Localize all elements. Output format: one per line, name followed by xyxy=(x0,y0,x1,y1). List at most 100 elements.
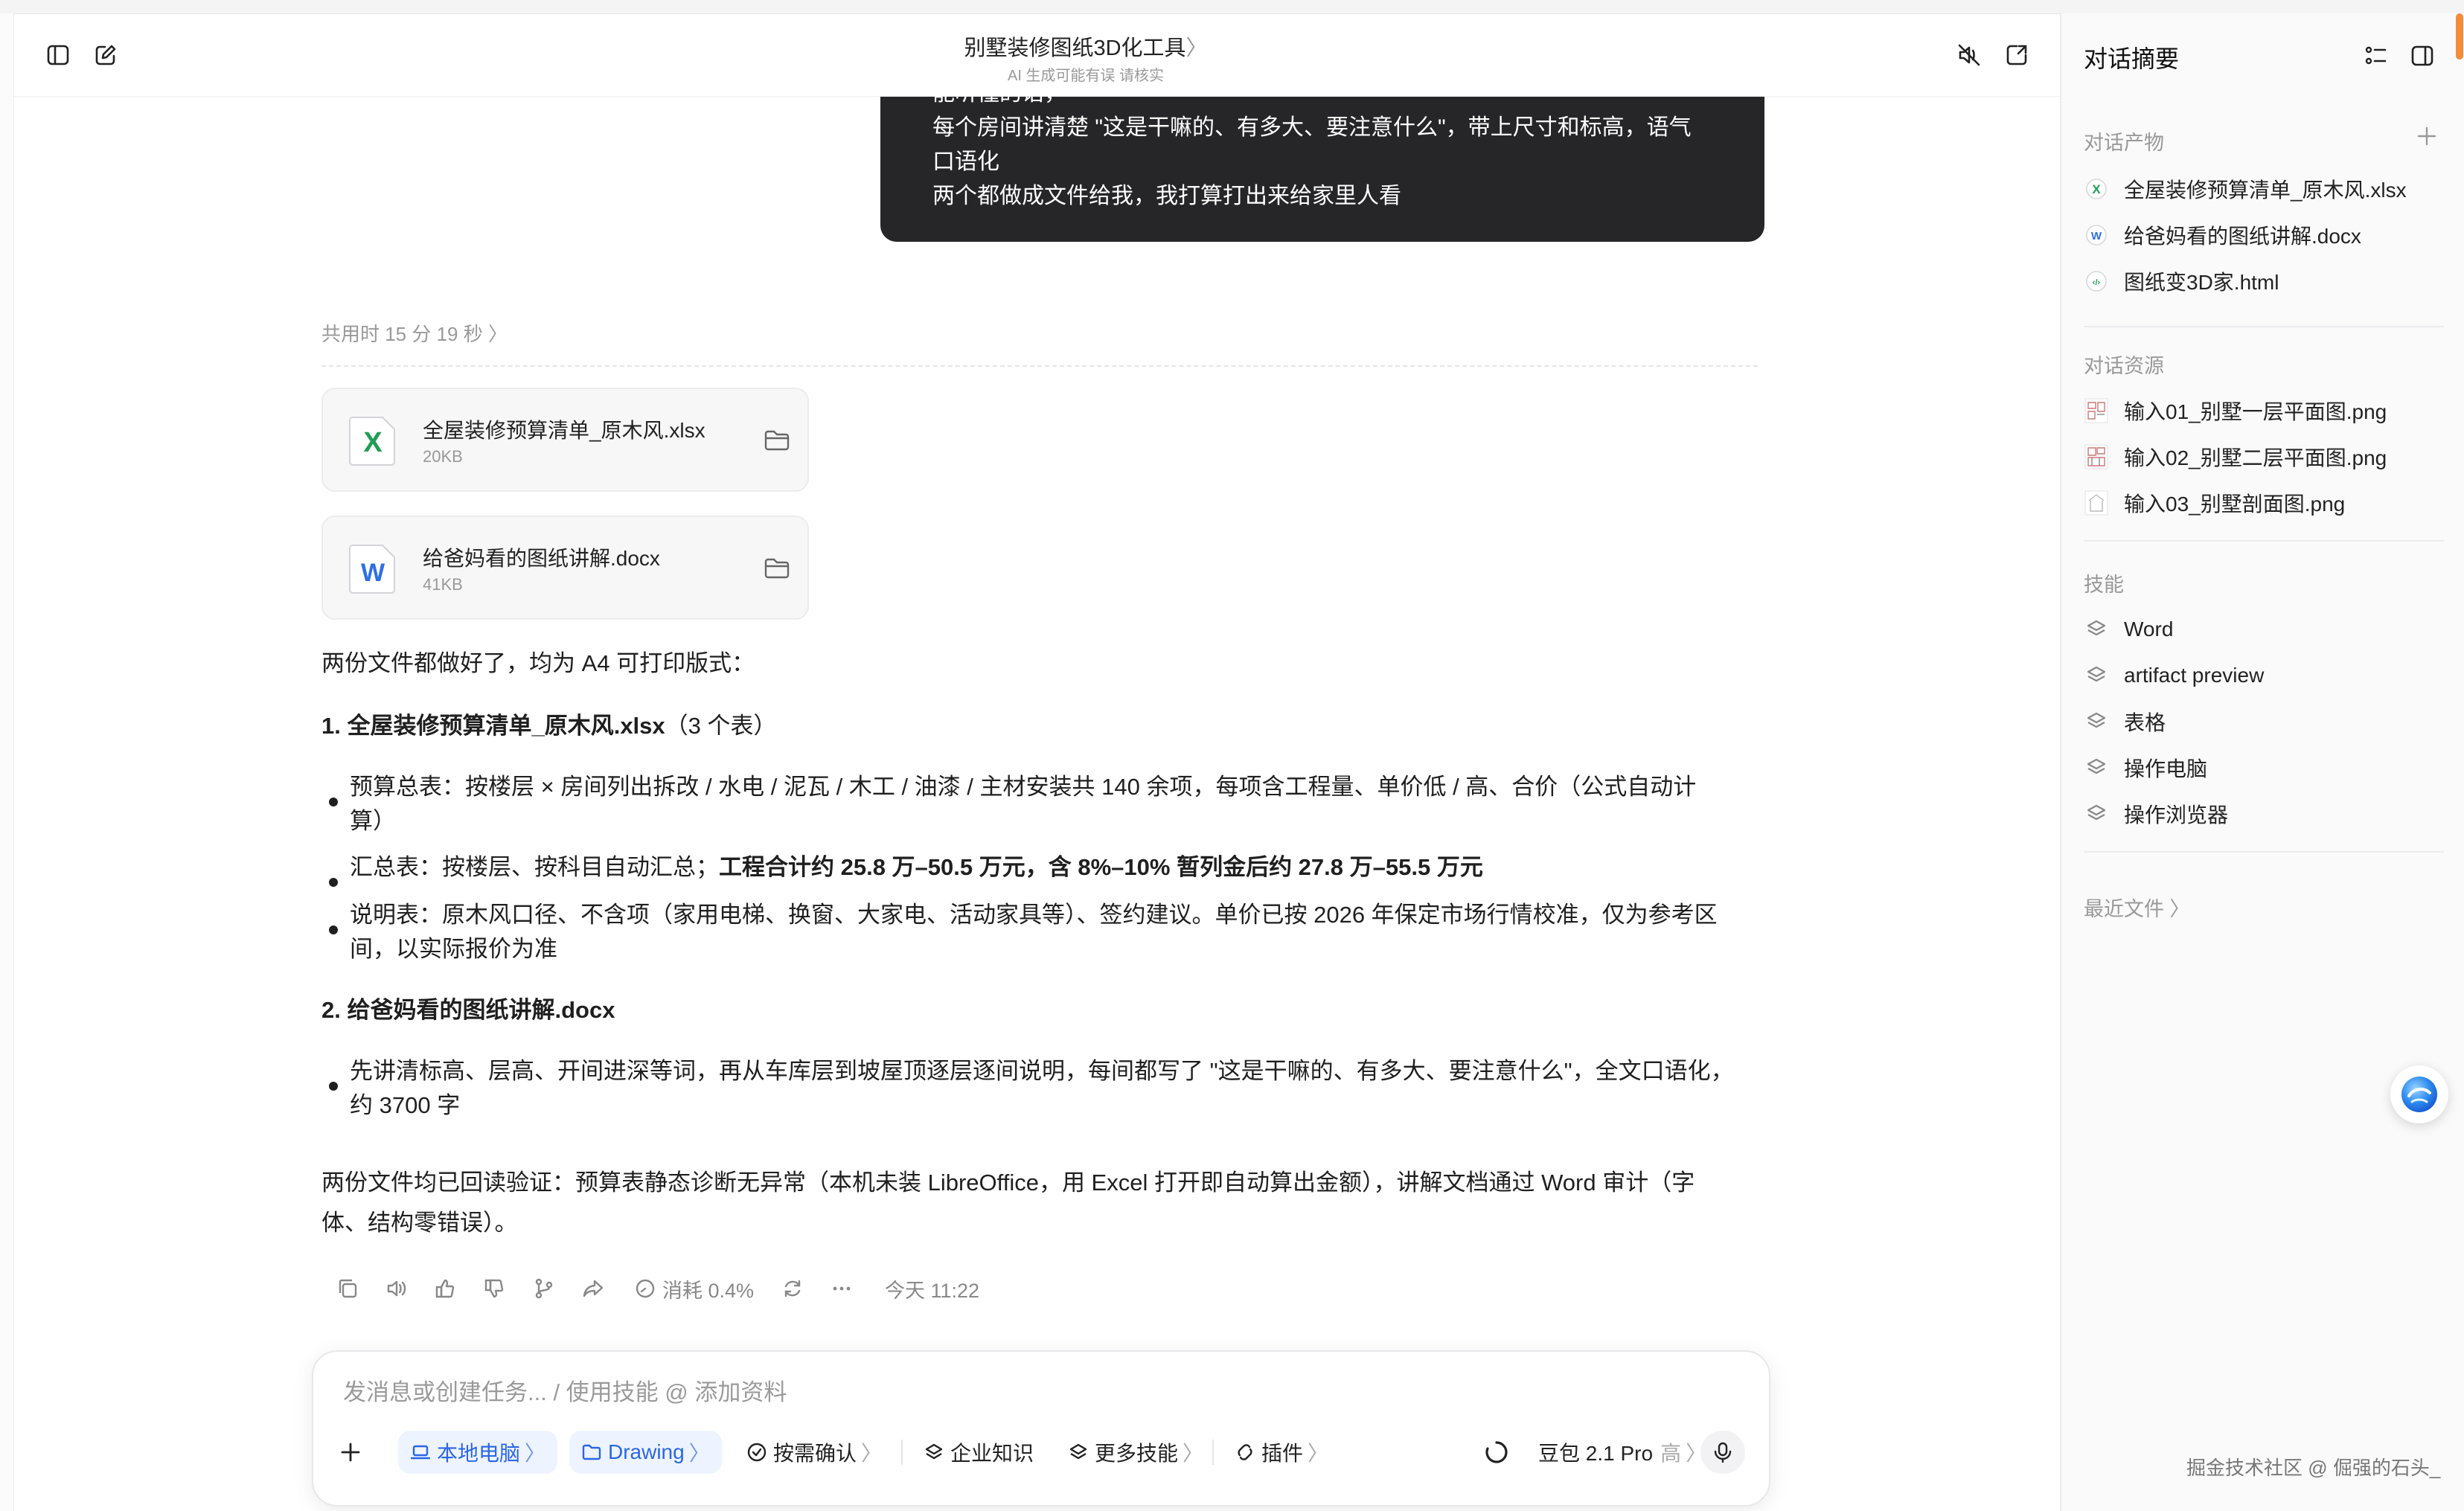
bullet-dot xyxy=(329,878,338,887)
assistant-float-button[interactable] xyxy=(2390,1065,2448,1123)
layers-icon xyxy=(2084,755,2109,780)
message-composer: 本地电脑〉 Drawing〉 按需确认〉 企业知识 更多技能〉 插件〉 豆包 2… xyxy=(312,1350,1770,1507)
bullet-text: 预算总表：按楼层 × 房间列出拆改 / 水电 / 泥瓦 / 木工 / 油漆 / … xyxy=(350,774,1697,800)
message-input[interactable] xyxy=(342,1371,1721,1414)
bullet-dot xyxy=(329,798,338,806)
sidebar-toggle-icon[interactable] xyxy=(41,38,75,72)
voice-input-button[interactable] xyxy=(1700,1431,1745,1474)
layers-icon xyxy=(2084,801,2109,827)
user-message-bubble: 能听懂的话， 每个房间讲清楚 "这是干嘛的、有多大、要注意什么"，带上尺寸和标高… xyxy=(880,96,1764,242)
resource-name: 输入01_别墅一层平面图.png xyxy=(2124,400,2387,423)
svg-text:X: X xyxy=(363,427,383,458)
page-title[interactable]: 别墅装修图纸3D化工具〉 xyxy=(818,31,1354,62)
consumption-text: 消耗 0.4% xyxy=(662,1279,755,1302)
plus-icon xyxy=(341,1443,360,1462)
thumbs-down-icon[interactable] xyxy=(484,1271,506,1306)
read-aloud-icon[interactable] xyxy=(385,1271,408,1306)
layers-icon xyxy=(925,1443,943,1460)
message-time: 今天 11:22 xyxy=(885,1279,980,1302)
title-chevron-icon: 〉 xyxy=(1185,36,1208,60)
chevron-right-icon: 〉 xyxy=(688,1442,710,1465)
share-window-icon[interactable] xyxy=(2000,38,2034,72)
resource-item[interactable]: 输入03_别墅剖面图.png xyxy=(2084,487,2345,519)
resource-item[interactable]: 输入01_别墅一层平面图.png xyxy=(2084,394,2387,427)
chip-local-computer[interactable]: 本地电脑〉 xyxy=(398,1431,558,1474)
chevron-right-icon: 〉 xyxy=(1308,1442,1329,1465)
chip-label: 按需确认 xyxy=(773,1442,857,1465)
skill-name: 表格 xyxy=(2124,711,2166,734)
resource-name: 输入03_别墅剖面图.png xyxy=(2124,493,2346,516)
section-heading: 2. 给爸妈看的图纸讲解.docx xyxy=(321,997,615,1023)
skill-name: 操作浏览器 xyxy=(2124,803,2229,827)
skills-heading: 技能 xyxy=(2084,574,2124,596)
layers-icon xyxy=(2084,617,2109,642)
reply-intro: 两份文件都做好了，均为 A4 可打印版式： xyxy=(321,650,755,676)
bullet-text: 约 3700 字 xyxy=(350,1092,461,1118)
chip-enterprise-knowledge[interactable]: 企业知识 xyxy=(912,1431,1046,1474)
artifact-name: 给爸妈看的图纸讲解.docx xyxy=(2124,225,2361,248)
excel-file-icon: X xyxy=(349,417,395,466)
copy-icon[interactable] xyxy=(336,1271,359,1306)
skill-item[interactable]: 操作浏览器 xyxy=(2084,798,2228,830)
list-view-icon[interactable] xyxy=(2359,39,2393,73)
artifact-item[interactable]: ‹/› 图纸变3D家.html xyxy=(2084,265,2279,298)
more-icon[interactable] xyxy=(831,1271,853,1306)
open-folder-icon[interactable] xyxy=(764,557,790,580)
file-card-xlsx[interactable]: X 全屋装修预算清单_原木风.xlsx 20KB xyxy=(321,388,809,492)
laptop-icon xyxy=(410,1445,431,1460)
microphone-icon xyxy=(1714,1442,1732,1463)
add-attachment-button[interactable] xyxy=(328,1431,373,1474)
chip-drawing[interactable]: Drawing 〉 xyxy=(569,1431,722,1474)
artifact-name: 图纸变3D家.html xyxy=(2124,271,2279,294)
regenerate-icon[interactable] xyxy=(781,1271,804,1306)
file-size: 41KB xyxy=(423,575,463,594)
file-size: 20KB xyxy=(423,447,463,466)
chat-main: 别墅装修图纸3D化工具〉 AI 生成可能有误 请核实 能听懂的话， 每个房间讲清… xyxy=(14,14,2060,1511)
layers-icon xyxy=(2084,663,2109,688)
chevron-right-icon: 〉 xyxy=(861,1442,883,1465)
bullet-text: 算） xyxy=(350,808,396,834)
chip-separator xyxy=(1212,1440,1214,1465)
message-actions: 消耗 0.4% 今天 11:22 xyxy=(321,1271,1066,1306)
panel-toggle-icon[interactable] xyxy=(2405,39,2439,73)
skill-name: artifact preview xyxy=(2124,664,2265,687)
check-circle-icon xyxy=(747,1443,767,1462)
new-chat-icon[interactable] xyxy=(89,38,123,72)
bullet-dot xyxy=(329,925,338,934)
artifact-item[interactable]: X 全屋装修预算清单_原木风.xlsx xyxy=(2084,173,2407,205)
skill-item[interactable]: Word xyxy=(2084,613,2173,646)
skill-item[interactable]: 表格 xyxy=(2084,705,2166,738)
watermark: 掘金技术社区 @ 倔强的石头_ xyxy=(2186,1457,2441,1479)
elapsed-time-toggle[interactable]: 共用时 15 分 19 秒 〉 xyxy=(321,319,508,347)
bullet-text: 汇总表：按楼层、按科目自动汇总；工程合计约 25.8 万–50.5 万元，含 8… xyxy=(350,850,1483,885)
image-thumbnail-icon xyxy=(2084,444,2109,469)
section-title: 1. 全屋装修预算清单_原木风.xlsx xyxy=(321,713,665,739)
skill-item[interactable]: 操作电脑 xyxy=(2084,751,2207,784)
resource-item[interactable]: 输入02_别墅二层平面图.png xyxy=(2084,440,2387,473)
consumption-indicator[interactable]: 消耗 0.4% xyxy=(634,1271,754,1306)
skill-item[interactable]: artifact preview xyxy=(2084,659,2264,692)
artifact-item[interactable]: W 给爸妈看的图纸讲解.docx xyxy=(2084,219,2361,251)
chip-label: 插件 xyxy=(1261,1442,1304,1465)
open-folder-icon[interactable] xyxy=(764,429,790,452)
recent-files-link[interactable]: 最近文件 〉 xyxy=(2084,893,2190,922)
add-artifact-icon[interactable] xyxy=(2410,119,2444,153)
file-name: 给爸妈看的图纸讲解.docx xyxy=(423,547,660,570)
branch-icon[interactable] xyxy=(533,1271,555,1306)
file-card-docx[interactable]: W 给爸妈看的图纸讲解.docx 41KB xyxy=(321,516,809,620)
chip-confirm-mode[interactable]: 按需确认〉 xyxy=(735,1431,894,1474)
loading-spinner-icon xyxy=(1476,1431,1517,1474)
chip-more-skills[interactable]: 更多技能〉 xyxy=(1056,1431,1215,1474)
model-selector[interactable]: 豆包 2.1 Pro 高〉 xyxy=(1526,1431,1718,1474)
word-file-icon: W xyxy=(2084,222,2109,248)
window-top-strip xyxy=(0,0,2464,14)
mute-icon[interactable] xyxy=(1952,38,1986,72)
thumbs-up-icon[interactable] xyxy=(435,1271,457,1306)
artifacts-heading: 对话产物 xyxy=(2084,132,2164,154)
chip-plugins[interactable]: 插件〉 xyxy=(1223,1431,1340,1474)
share-icon[interactable] xyxy=(582,1271,604,1306)
divider xyxy=(321,365,1758,367)
word-file-icon: W xyxy=(349,545,395,594)
bullet-text-prefix: 汇总表：按楼层、按科目自动汇总； xyxy=(350,854,719,880)
svg-text:W: W xyxy=(361,559,385,587)
